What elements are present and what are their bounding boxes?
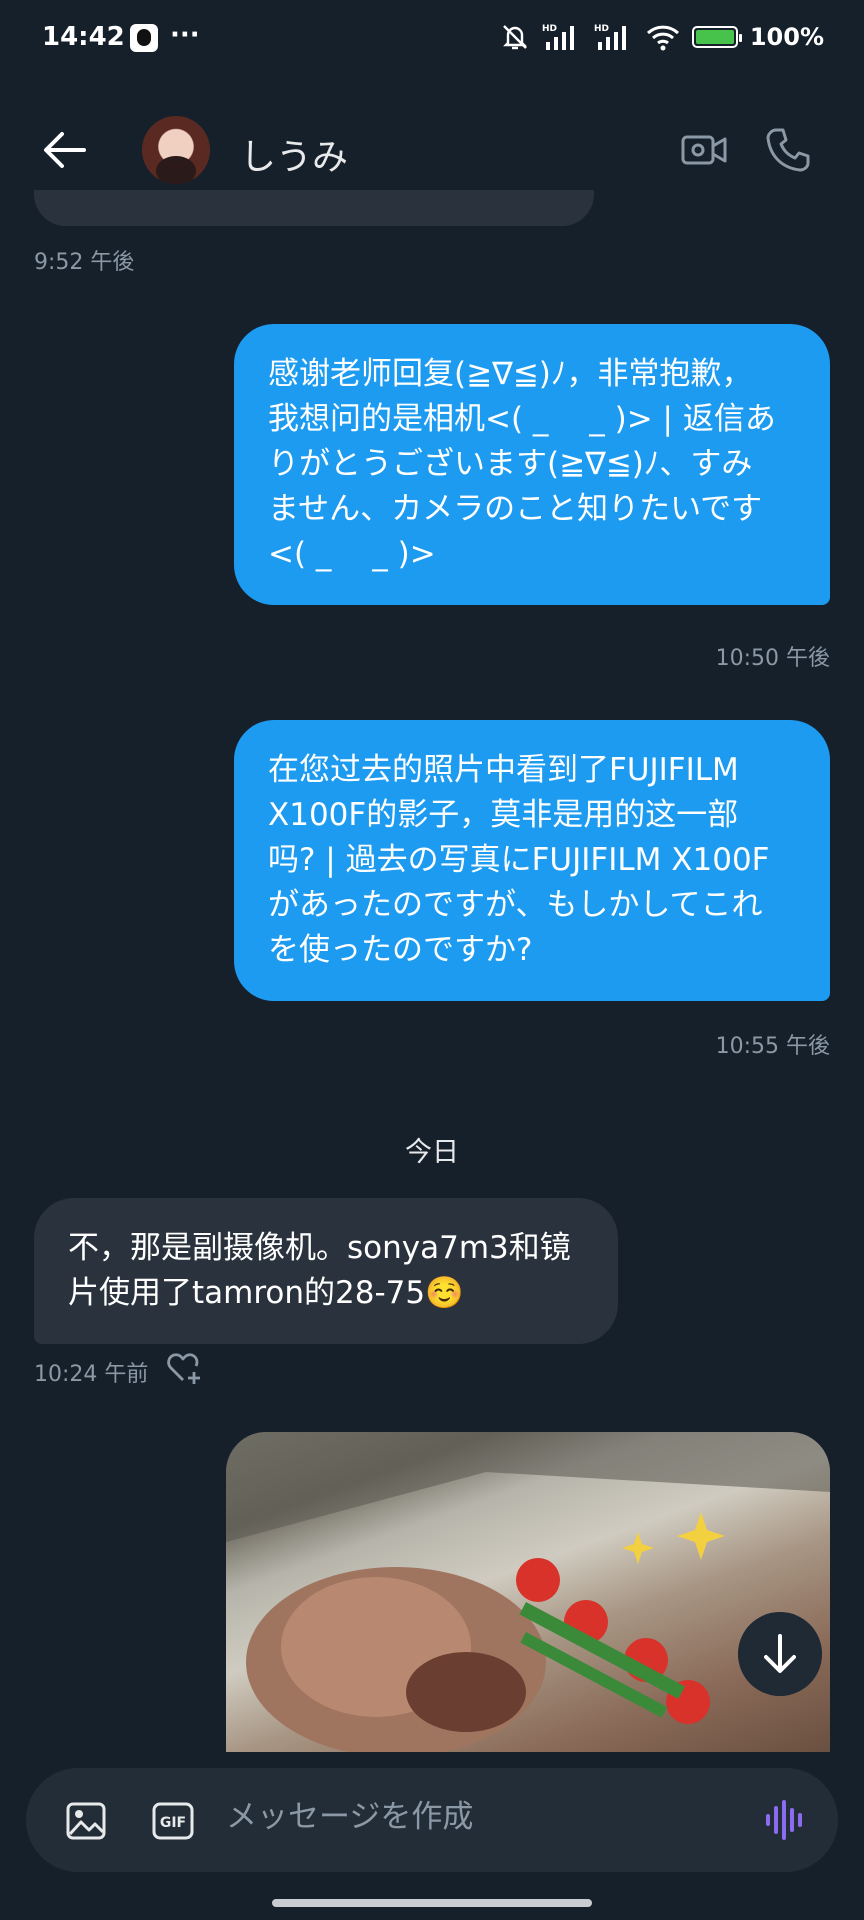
status-time: 14:42 [42, 22, 125, 52]
message-input[interactable] [224, 1798, 748, 1836]
status-icons: HD HD 100% [500, 22, 824, 52]
previous-message-bubble[interactable] [34, 190, 594, 226]
outgoing-message-bubble[interactable]: 在您过去的照片中看到了FUJIFILM X100F的影子，莫非是用的这一部 吗?… [234, 720, 830, 1001]
signal-hd-2-icon: HD [594, 24, 626, 50]
message-timestamp: 10:50 午後 [715, 646, 830, 671]
gif-icon[interactable]: GIF [152, 1802, 194, 1840]
message-timestamp: 9:52 午後 [34, 250, 135, 275]
message-timestamp: 10:55 午後 [715, 1034, 830, 1059]
phone-call-icon[interactable] [764, 126, 812, 174]
battery-icon [691, 26, 742, 48]
more-notifications-icon: ··· [170, 20, 200, 50]
scroll-to-bottom-button[interactable] [738, 1612, 822, 1696]
avatar[interactable] [142, 116, 210, 184]
incoming-message-bubble[interactable]: 不，那是副摄像机。sonya7m3和镜 片使用了tamron的28-75☺️ [34, 1198, 618, 1344]
message-composer: GIF [26, 1768, 838, 1872]
svg-text:HD: HD [542, 24, 557, 34]
outgoing-message-bubble[interactable]: 感谢老师回复(≧∇≦)ﾉ，非常抱歉， 我想问的是相机<( _ _ )> | 返信… [234, 324, 830, 605]
wifi-icon [646, 25, 679, 51]
video-call-icon[interactable] [680, 128, 728, 172]
muted-bell-icon [502, 25, 527, 50]
signal-hd-1-icon: HD [542, 24, 574, 50]
home-indicator[interactable] [272, 1899, 592, 1907]
add-reaction-icon[interactable] [166, 1350, 204, 1386]
svg-text:GIF: GIF [160, 1815, 186, 1831]
status-bar: 14:42 ··· HD HD 100% [0, 0, 864, 80]
message-timestamp: 10:24 午前 [34, 1362, 149, 1387]
qq-notification-icon [130, 24, 158, 52]
contact-name[interactable]: しうみ [240, 128, 348, 180]
image-attach-icon[interactable] [66, 1802, 106, 1840]
rose-stickers [516, 1558, 710, 1724]
photo-content [226, 1432, 830, 1752]
date-divider: 今日 [405, 1137, 459, 1168]
battery-level: 100% [749, 23, 824, 51]
back-arrow-icon[interactable] [40, 128, 90, 172]
svg-text:HD: HD [594, 24, 609, 34]
image-message[interactable] [226, 1432, 830, 1752]
voice-message-icon[interactable] [764, 1798, 808, 1842]
